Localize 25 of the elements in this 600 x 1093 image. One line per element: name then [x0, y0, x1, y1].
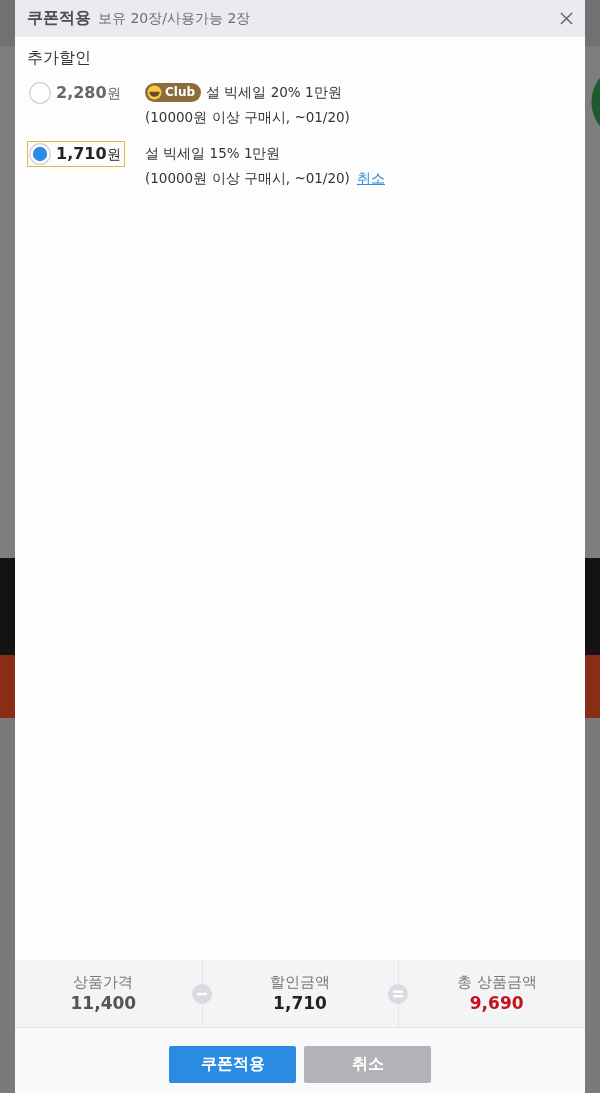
minus-icon	[191, 983, 212, 1004]
badge-label: Club	[165, 84, 196, 101]
dialog-title: 쿠폰적용	[27, 8, 91, 29]
radio-icon[interactable]	[29, 143, 51, 165]
coupon-option[interactable]: 1,710원	[27, 141, 125, 167]
apply-coupon-button[interactable]: 쿠폰적용	[169, 1046, 296, 1083]
summary-label: 총 상품금액	[456, 972, 537, 992]
cancel-link[interactable]: 취소	[356, 166, 385, 191]
section-title: 추가할인	[27, 47, 92, 69]
summary-value: 1,710	[273, 992, 327, 1015]
summary-label: 상품가격	[73, 972, 134, 992]
close-icon[interactable]	[560, 12, 573, 25]
coupon-name: 설 빅세일 20% 1만원	[206, 83, 342, 102]
summary-value: 9,690	[469, 992, 524, 1015]
equals-icon	[388, 983, 409, 1004]
smiley-icon	[147, 85, 162, 100]
coupon-name: 설 빅세일 15% 1만원	[145, 144, 281, 163]
coupon-condition: (10000원 이상 구매시, ~01/20)	[145, 169, 350, 188]
summary-value: 11,400	[70, 992, 137, 1015]
cancel-button[interactable]: 취소	[304, 1046, 431, 1083]
dialog-subtitle: 보유 20장/사용가능 2장	[98, 9, 251, 28]
radio-icon[interactable]	[29, 82, 51, 104]
coupon-condition: (10000원 이상 구매시, ~01/20)	[145, 108, 350, 127]
coupon-option[interactable]: 2,280원	[27, 80, 125, 106]
summary-label: 할인금액	[270, 972, 330, 992]
